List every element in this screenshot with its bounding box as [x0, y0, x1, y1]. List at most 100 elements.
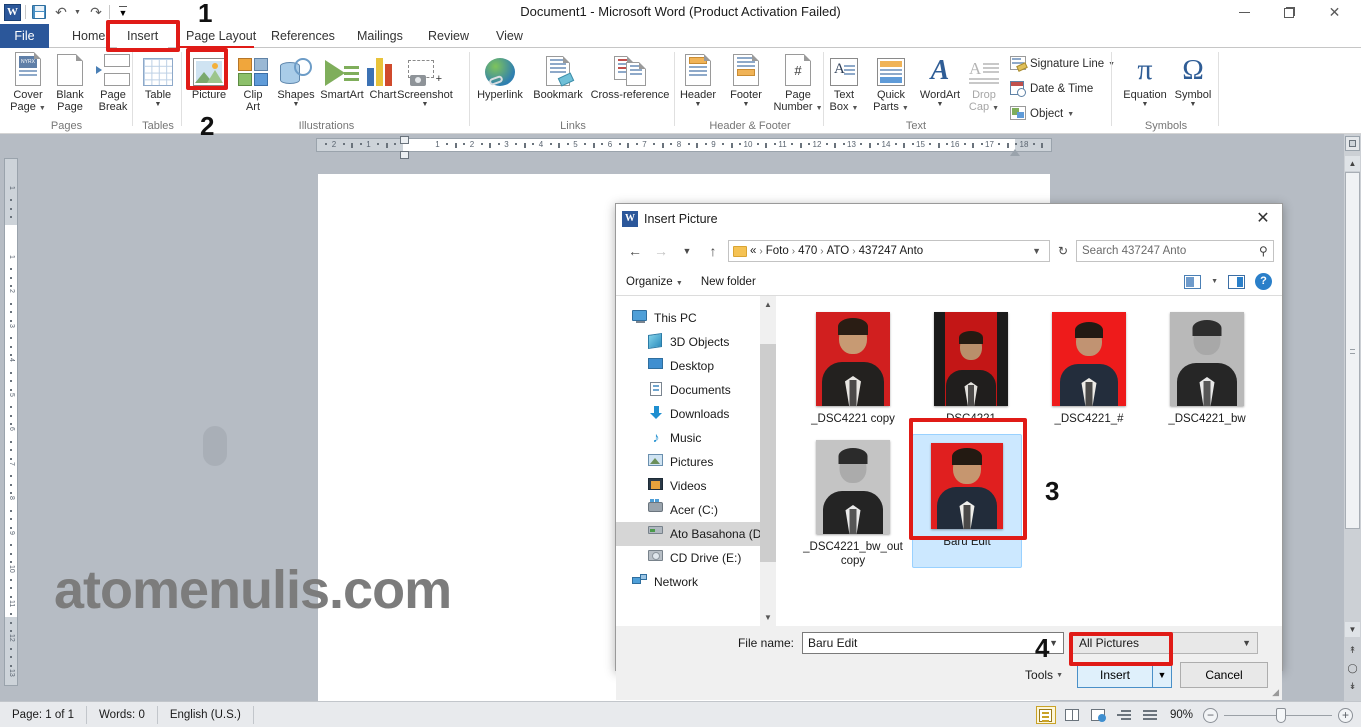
zoom-in-button[interactable]: +	[1338, 707, 1353, 723]
scroll-down-icon[interactable]: ▼	[760, 609, 776, 626]
draft-icon[interactable]	[1140, 706, 1160, 724]
insert-dropdown-icon[interactable]: ▼	[1152, 663, 1171, 687]
new-folder-button[interactable]: New folder	[701, 276, 756, 288]
file-item[interactable]: _DSC4221_#	[1030, 306, 1148, 426]
navigation-pane-scrollbar[interactable]: ▲ ▼	[760, 296, 776, 626]
full-screen-reading-icon[interactable]	[1062, 706, 1082, 724]
file-name-input[interactable]: Baru Edit ▼	[802, 632, 1064, 654]
scroll-thumb[interactable]	[1345, 172, 1360, 529]
date-time-button[interactable]: Date & Time	[1010, 81, 1093, 97]
up-icon[interactable]: ↑	[702, 240, 724, 262]
chevron-down-icon[interactable]: ▼	[1049, 638, 1058, 648]
file-item[interactable]: DSC4221	[912, 306, 1030, 426]
refresh-icon[interactable]: ↻	[1054, 244, 1072, 258]
footer-button[interactable]: Footer ▼	[720, 52, 772, 108]
breadcrumb-current-folder[interactable]: 437247 Anto	[859, 245, 924, 257]
sidebar-item-music[interactable]: ♪ Music	[616, 426, 776, 450]
zoom-out-button[interactable]: −	[1203, 707, 1218, 723]
hanging-indent-marker[interactable]	[400, 151, 409, 159]
scroll-down-button[interactable]: ▼	[1345, 622, 1360, 637]
right-indent-marker[interactable]	[1010, 149, 1020, 156]
symbol-dropdown-icon[interactable]: ▼	[1165, 101, 1221, 108]
word-count[interactable]: Words: 0	[87, 705, 158, 724]
dialog-close-button[interactable]: ✕	[1246, 204, 1280, 232]
breadcrumb-ato[interactable]: ATO	[827, 245, 850, 257]
chevron-down-icon[interactable]: ▼	[1056, 672, 1063, 679]
scroll-up-icon[interactable]: ▲	[760, 296, 776, 313]
first-line-indent-marker[interactable]	[400, 136, 409, 144]
outline-icon[interactable]	[1114, 706, 1134, 724]
scroll-up-button[interactable]: ▲	[1345, 156, 1360, 171]
page-indicator[interactable]: Page: 1 of 1	[0, 705, 88, 724]
header-button[interactable]: Header ▼	[672, 52, 724, 108]
close-button[interactable]: ✕	[1312, 0, 1357, 24]
tab-view[interactable]: View	[486, 24, 533, 48]
table-dropdown-icon[interactable]: ▼	[130, 101, 186, 108]
sidebar-item-this-pc[interactable]: This PC	[616, 306, 776, 330]
symbol-button[interactable]: Ω Symbol ▼	[1165, 52, 1221, 108]
preview-pane-icon[interactable]	[1228, 274, 1245, 289]
search-input[interactable]: Search 437247 Anto ⚲	[1076, 240, 1274, 262]
scroll-thumb[interactable]	[760, 344, 776, 562]
bookmark-button[interactable]: Bookmark	[529, 52, 587, 101]
sidebar-item-acer-c[interactable]: Acer (C:)	[616, 498, 776, 522]
tab-home[interactable]: Home	[62, 24, 115, 48]
wordart-button[interactable]: A WordArt ▼	[913, 52, 967, 109]
page-number-button[interactable]: # Page Number ▼	[767, 52, 829, 115]
quick-parts-button[interactable]: Quick Parts ▼	[867, 52, 915, 115]
print-layout-icon[interactable]	[1035, 706, 1056, 724]
address-bar[interactable]: « › Foto › 470 › ATO › 437247 Anto ▼	[728, 240, 1050, 262]
sidebar-item-network[interactable]: Network	[616, 570, 776, 594]
sidebar-item-cd-drive-e[interactable]: CD Drive (E:)	[616, 546, 776, 570]
signature-line-button[interactable]: Signature Line ▼	[1010, 56, 1115, 72]
tab-mailings[interactable]: Mailings	[347, 24, 413, 48]
zoom-slider-thumb[interactable]	[1276, 707, 1286, 723]
tab-references[interactable]: References	[261, 24, 345, 48]
breadcrumb-foto[interactable]: Foto	[766, 245, 789, 257]
recent-locations-icon[interactable]: ▼	[676, 240, 698, 262]
wordart-dropdown-icon[interactable]: ▼	[913, 101, 967, 108]
breadcrumb-root[interactable]: «	[750, 245, 756, 257]
tools-button[interactable]: Tools ▼	[1025, 668, 1069, 682]
address-dropdown-icon[interactable]: ▼	[1028, 246, 1045, 256]
file-item[interactable]: _DSC4221_bw	[1148, 306, 1266, 426]
chevron-down-icon[interactable]: ▼	[1242, 638, 1251, 648]
breadcrumb-470[interactable]: 470	[798, 245, 817, 257]
restore-button[interactable]	[1267, 0, 1312, 24]
file-item-selected[interactable]: Baru Edit	[912, 434, 1022, 568]
forward-icon[interactable]: →	[650, 240, 672, 262]
table-button[interactable]: Table ▼	[130, 52, 186, 108]
file-type-filter[interactable]: All Pictures ▼	[1072, 632, 1258, 654]
shapes-dropdown-icon[interactable]: ▼	[268, 101, 324, 108]
vertical-ruler[interactable]: 1 1 2 3 4 5 6 7 8 9 10 11 12 13	[4, 158, 18, 686]
sidebar-item-videos[interactable]: Videos	[616, 474, 776, 498]
text-box-button[interactable]: A Text Box ▼	[821, 52, 867, 115]
view-dropdown-icon[interactable]: ▼	[1211, 278, 1218, 285]
sidebar-item-downloads[interactable]: Downloads	[616, 402, 776, 426]
web-layout-icon[interactable]	[1088, 706, 1108, 724]
resize-grip-icon[interactable]: ◢	[1272, 687, 1279, 698]
next-page-button[interactable]: ↡	[1345, 678, 1360, 694]
split-window-button[interactable]	[1345, 136, 1360, 151]
tab-file[interactable]: File	[0, 24, 49, 48]
file-item[interactable]: _DSC4221 copy	[794, 306, 912, 426]
object-button[interactable]: Object ▼	[1010, 106, 1074, 122]
insert-button[interactable]: Insert ▼	[1077, 662, 1172, 688]
sidebar-item-ato-basahona-d[interactable]: Ato Basahona (D	[616, 522, 776, 546]
sidebar-item-3d-objects[interactable]: 3D Objects	[616, 330, 776, 354]
tab-insert[interactable]: Insert	[117, 24, 169, 48]
zoom-level[interactable]: 90%	[1170, 709, 1193, 721]
view-options-icon[interactable]	[1184, 274, 1202, 289]
language-indicator[interactable]: English (U.S.)	[158, 705, 254, 724]
sidebar-item-desktop[interactable]: Desktop	[616, 354, 776, 378]
drop-cap-button[interactable]: A Drop Cap ▼	[961, 52, 1007, 115]
file-item[interactable]: _DSC4221_bw_out copy	[794, 434, 912, 568]
hyperlink-button[interactable]: Hyperlink	[471, 52, 529, 101]
footer-dropdown-icon[interactable]: ▼	[720, 101, 772, 108]
screenshot-button[interactable]: + Screenshot ▼	[390, 52, 460, 108]
screenshot-dropdown-icon[interactable]: ▼	[390, 101, 460, 108]
cross-reference-button[interactable]: Cross-reference	[584, 52, 676, 101]
sidebar-item-pictures[interactable]: Pictures	[616, 450, 776, 474]
help-icon[interactable]: ?	[1255, 273, 1272, 290]
back-icon[interactable]: ←	[624, 240, 646, 262]
